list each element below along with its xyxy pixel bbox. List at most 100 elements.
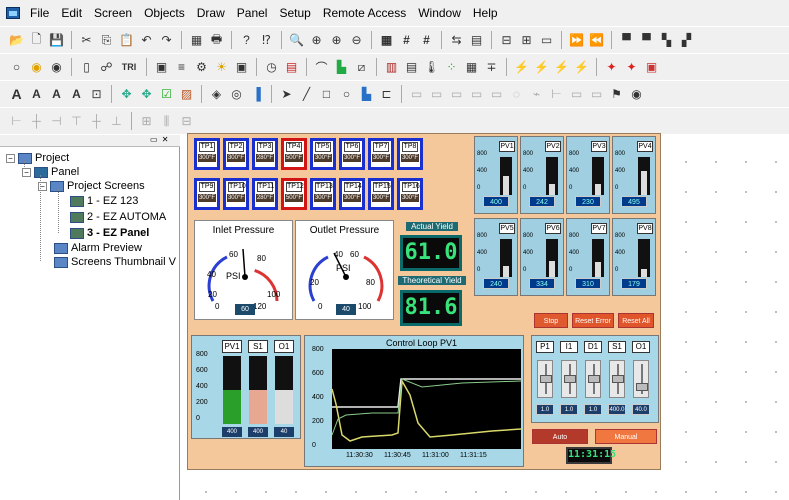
menu-objects[interactable]: Objects [138,6,191,20]
alarm-icon[interactable]: ▤ [283,59,300,76]
wizard2-icon[interactable]: ⚡ [533,59,550,76]
menu-file[interactable]: File [24,6,55,20]
tree-item-thumbnails[interactable]: Screens Thumbnail V [54,256,176,268]
menu-panel[interactable]: Panel [231,6,274,20]
tp-indicator[interactable]: TP4 500°F [281,138,307,170]
lamp-icon[interactable]: ◉ [28,59,45,76]
menu-setup[interactable]: Setup [273,6,316,20]
tp-indicator[interactable]: TP1 300°F [194,138,220,170]
picture-icon[interactable]: ▨ [178,86,195,103]
copy-icon[interactable]: ⎘ [98,32,115,49]
pid-value[interactable]: 1.0 [584,404,602,415]
help-icon[interactable]: ? [238,32,255,49]
collapse-icon[interactable]: − [6,153,15,163]
back-icon[interactable]: ⏪ [588,32,605,49]
pid-slider[interactable] [537,360,553,398]
ellipse-icon[interactable]: ○ [338,86,355,103]
tag-icon[interactable]: ⇆ [448,32,465,49]
grid-snap-icon[interactable]: # [398,32,415,49]
undo-icon[interactable]: ↶ [138,32,155,49]
wizard3-icon[interactable]: ⚡ [553,59,570,76]
transfer2-icon[interactable]: ▀ [638,32,655,49]
menu-help[interactable]: Help [467,6,504,20]
pid-slider[interactable] [609,360,625,398]
sun-icon[interactable]: ☀ [213,59,230,76]
tree-item-screen-1[interactable]: 1 - EZ 123 [70,195,138,207]
new-icon[interactable]: 🗋 [28,32,45,49]
ascii-icon[interactable]: A [68,86,85,103]
tree-item-alarm-preview[interactable]: Alarm Preview [54,242,142,254]
color-bars-icon[interactable]: ▐ [248,86,265,103]
auto-button[interactable]: Auto [532,429,588,444]
display-icon[interactable]: ▣ [153,59,170,76]
tri-state-button[interactable]: TRI [118,59,140,76]
cut-icon[interactable]: ✂ [78,32,95,49]
wizard1-icon[interactable]: ⚡ [513,59,530,76]
zoom-in-icon[interactable]: ⊕ [328,32,345,49]
wizard4-icon[interactable]: ⚡ [573,59,590,76]
list-icon[interactable]: ≡ [173,59,190,76]
text-box-icon[interactable]: A [28,86,45,103]
slider-handle[interactable] [612,375,624,383]
multi-lamp-icon[interactable]: ⁘ [443,59,460,76]
pointer-icon[interactable]: ➤ [278,86,295,103]
zoom-icon[interactable]: 🔍 [288,32,305,49]
flag-icon[interactable]: ⚑ [608,86,625,103]
collapse-icon[interactable]: − [22,167,31,177]
table-icon[interactable]: ▤ [468,32,485,49]
zoom-fit-icon[interactable]: ⊕ [308,32,325,49]
menu-window[interactable]: Window [412,6,467,20]
plc2-icon[interactable]: ▞ [678,32,695,49]
tree-item-project[interactable]: − Project [6,152,69,164]
pid-value[interactable]: 40.0 [632,404,650,415]
align-icon[interactable]: ⊟ [498,32,515,49]
bar-graph-icon[interactable]: ▙ [333,59,350,76]
palette-icon[interactable]: ◎ [228,86,245,103]
text-frame-icon[interactable]: A [48,86,65,103]
thermometer-icon[interactable]: 🌡 [423,59,440,76]
rectangle-icon[interactable]: □ [318,86,335,103]
meter-icon[interactable]: ☍ [98,59,115,76]
redo-icon[interactable]: ↷ [158,32,175,49]
tp-indicator[interactable]: TP9 300°F [194,178,220,210]
menu-draw[interactable]: Draw [191,6,231,20]
stop-button[interactable]: Stop [534,313,568,328]
tp-indicator[interactable]: TP14 300°F [339,178,365,210]
puzzle-icon[interactable]: ✥ [118,86,135,103]
line-graph-icon[interactable]: ⧄ [353,59,370,76]
tree-item-screen-2[interactable]: 2 - EZ AUTOMA [70,211,166,223]
recipe-icon[interactable]: ▤ [403,59,420,76]
pid-value[interactable]: 400.0 [608,404,626,415]
puzzle2-icon[interactable]: ✥ [138,86,155,103]
save-icon[interactable]: 💾 [48,32,65,49]
circle-icon[interactable]: ○ [8,59,25,76]
trend-icon[interactable]: ⌒ [313,59,330,76]
pid-value[interactable]: 1.0 [560,404,578,415]
text-icon[interactable]: A [8,86,25,103]
tag-db-icon[interactable]: ▭ [538,32,555,49]
tp-indicator[interactable]: TP11 280°F [252,178,278,210]
slider-handle[interactable] [540,375,552,383]
menu-remote-access[interactable]: Remote Access [317,6,412,20]
target-icon[interactable]: ◉ [628,86,645,103]
line-icon[interactable]: ╱ [298,86,315,103]
print-icon[interactable]: 🖶 [208,32,225,49]
tp-indicator[interactable]: TP6 300°F [339,138,365,170]
tree-window-buttons[interactable]: ▭ ✕ [150,135,169,144]
checkbox-icon[interactable]: ☑ [158,86,175,103]
plc-icon[interactable]: ▚ [658,32,675,49]
screen-icon[interactable]: ▦ [188,32,205,49]
pid-slider[interactable] [561,360,577,398]
tp-indicator[interactable]: TP2 300°F [223,138,249,170]
pid-icon[interactable]: ▦ [463,59,480,76]
reset-all-button[interactable]: Reset All [618,313,654,328]
pid-slider[interactable] [585,360,601,398]
bitmap-icon[interactable]: ◈ [208,86,225,103]
pid-slider[interactable] [633,360,649,398]
message-icon[interactable]: ⊡ [88,86,105,103]
reset-error-button[interactable]: Reset Error [572,313,614,328]
pid-value[interactable]: 1.0 [536,404,554,415]
tp-indicator[interactable]: TP8 300°F [397,138,423,170]
open-icon[interactable]: 📂 [8,32,25,49]
slider-handle[interactable] [588,375,600,383]
